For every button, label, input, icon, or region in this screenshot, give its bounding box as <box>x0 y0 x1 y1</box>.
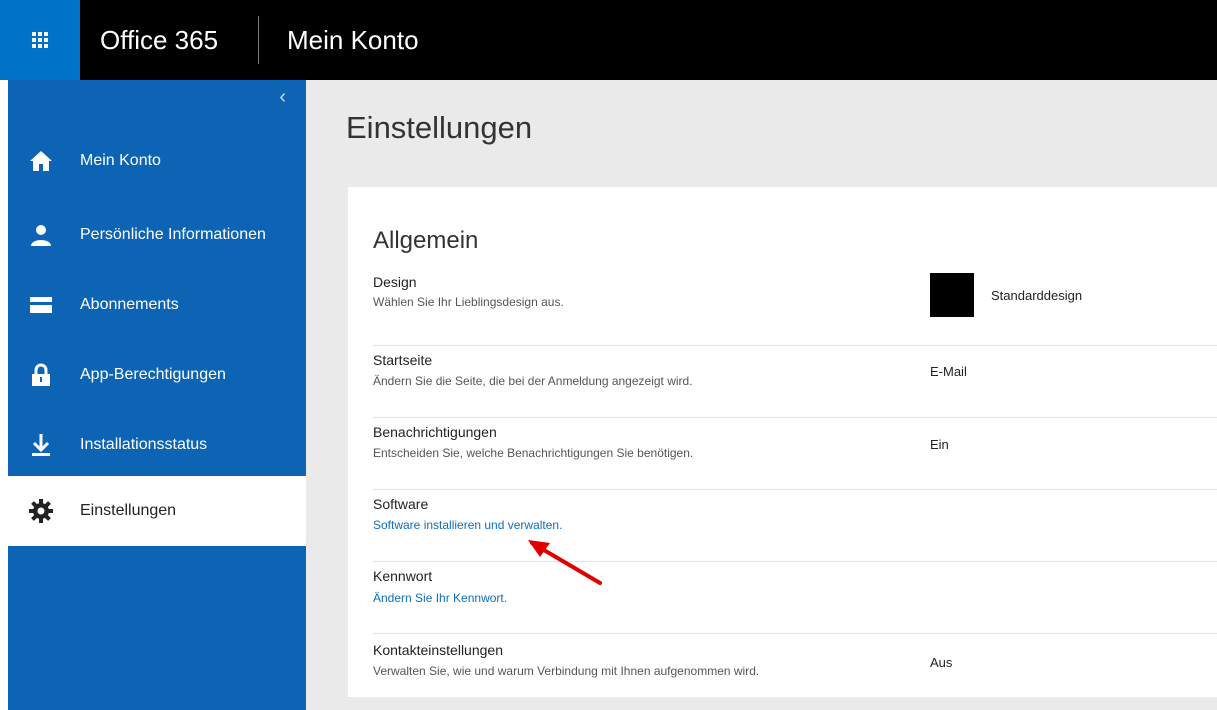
kennwort-link[interactable]: Ändern Sie Ihr Kennwort. <box>373 591 507 605</box>
setting-title: Software <box>373 496 429 512</box>
software-link[interactable]: Software installieren und verwalten. <box>373 518 562 532</box>
annotation-arrow <box>528 540 602 585</box>
section-title: Allgemein <box>373 227 479 254</box>
home-icon <box>28 148 54 174</box>
setting-row-kennwort[interactable]: Kennwort Ändern Sie Ihr Kennwort. <box>373 561 1217 634</box>
setting-value: E-Mail <box>930 364 967 379</box>
sidebar-item-mein-konto[interactable]: Mein Konto <box>8 126 306 196</box>
chevron-left-icon[interactable]: ‹ <box>279 86 286 109</box>
window: Office 365 Mein Konto ‹ Mein Konto Persö… <box>0 0 1217 710</box>
setting-title: Startseite <box>373 352 433 368</box>
setting-description: Verwalten Sie, wie und warum Verbindung … <box>373 664 760 678</box>
page-title: Einstellungen <box>346 110 533 145</box>
setting-row-design[interactable]: Design Wählen Sie Ihr Lieblingsdesign au… <box>373 267 1217 346</box>
app-launcher-button[interactable] <box>0 0 80 80</box>
settings-card: Allgemein Design Wählen Sie Ihr Liebling… <box>348 187 1217 697</box>
gear-icon <box>28 498 54 524</box>
sidebar-item-label: Persönliche Informationen <box>80 226 266 243</box>
design-swatch[interactable] <box>930 273 974 317</box>
setting-value: Ein <box>930 437 949 452</box>
setting-row-startseite[interactable]: Startseite Ändern Sie die Seite, die bei… <box>373 345 1217 418</box>
waffle-icon <box>32 32 48 48</box>
setting-title: Design <box>373 274 417 290</box>
lock-icon <box>28 362 54 388</box>
sidebar-item-label: Installationsstatus <box>80 436 208 453</box>
setting-description: Ändern Sie die Seite, die bei der Anmeld… <box>373 374 693 388</box>
setting-row-software[interactable]: Software Software installieren und verwa… <box>373 489 1217 562</box>
sidebar-item-label: Einstellungen <box>80 502 177 519</box>
setting-value: Standarddesign <box>991 288 1083 303</box>
sidebar-item-label: Abonnements <box>80 296 179 313</box>
person-icon <box>28 222 54 248</box>
setting-row-kontakteinstellungen[interactable]: Kontakteinstellungen Verwalten Sie, wie … <box>373 633 1217 697</box>
sidebar-item-app-berechtigungen[interactable]: App-Berechtigungen <box>8 340 306 410</box>
top-bar: Office 365 Mein Konto <box>0 0 1217 80</box>
header-divider <box>258 16 259 64</box>
setting-value: Aus <box>930 655 953 670</box>
setting-title: Kennwort <box>373 568 433 584</box>
app-name[interactable]: Office 365 <box>100 0 218 80</box>
sidebar-item-einstellungen[interactable]: Einstellungen <box>8 476 306 546</box>
page-name: Mein Konto <box>287 25 419 55</box>
sidebar-item-label: Mein Konto <box>80 152 161 169</box>
setting-row-benachrichtigungen[interactable]: Benachrichtigungen Entscheiden Sie, welc… <box>373 417 1217 490</box>
setting-title: Kontakteinstellungen <box>373 642 503 658</box>
card-icon <box>28 292 54 318</box>
sidebar-item-label: App-Berechtigungen <box>80 366 226 383</box>
sidebar-item-persoenliche-informationen[interactable]: Persönliche Informationen <box>8 200 306 270</box>
sidebar: ‹ Mein Konto Persönliche Informationen A… <box>8 80 306 710</box>
sidebar-item-installationsstatus[interactable]: Installationsstatus <box>8 410 306 480</box>
setting-title: Benachrichtigungen <box>373 424 497 440</box>
download-icon <box>28 432 54 458</box>
sidebar-item-abonnements[interactable]: Abonnements <box>8 270 306 340</box>
setting-description: Entscheiden Sie, welche Benachrichtigung… <box>373 446 694 460</box>
main-content: Einstellungen Allgemein Design Wählen Si… <box>306 80 1217 710</box>
setting-description: Wählen Sie Ihr Lieblingsdesign aus. <box>373 295 564 309</box>
